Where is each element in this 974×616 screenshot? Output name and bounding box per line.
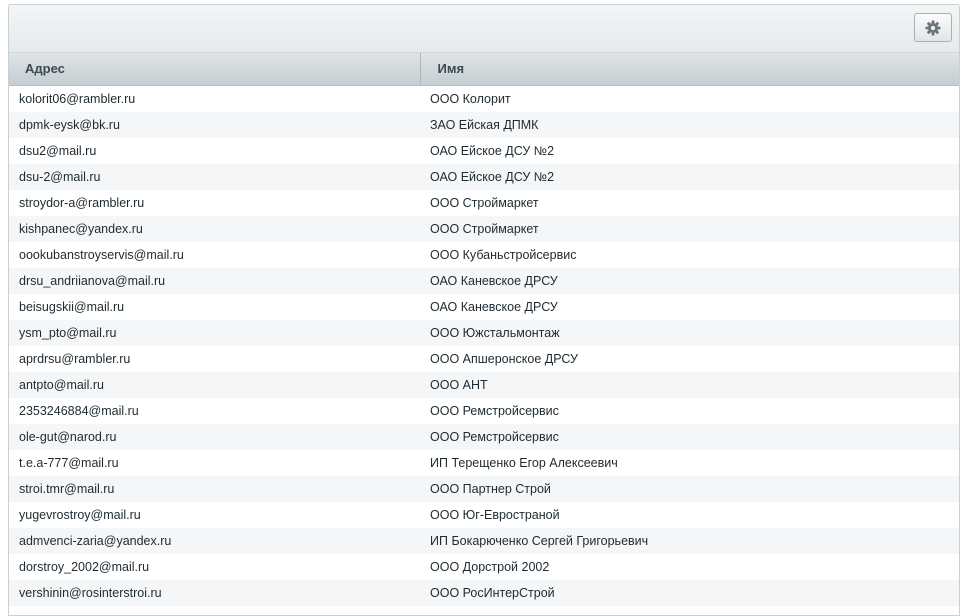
cell-name: ООО Кубаньстройсервис (430, 247, 577, 262)
table-row[interactable]: oookubanstroyservis@mail.ru ООО Кубаньстр… (9, 242, 959, 268)
table-row[interactable]: dsu2@mail.ru ОАО Ейское ДСУ №2 (9, 138, 959, 164)
gear-icon (925, 20, 941, 35)
cell-address: drsu_andriianova@mail.ru (9, 267, 420, 294)
table-row[interactable]: vershinin@rosinterstroi.ru ООО РосИнтерСт… (9, 579, 959, 606)
table-header-row: Адрес Имя (9, 53, 959, 86)
cell-address: dsu-2@mail.ru (9, 163, 420, 190)
cell-address: dpmk-eysk@bk.ru (9, 111, 420, 138)
cell-name: ИП Терещенко Егор Алексеевич (430, 455, 618, 470)
cell-name: ОАО Ейское ДСУ №2 (420, 163, 959, 190)
cell-address: stroi.tmr@mail.ru (9, 475, 420, 502)
table-row[interactable]: drsu_andriianova@mail.ru ОАО Каневское ДР… (9, 267, 959, 294)
column-header-name[interactable]: Имя (420, 53, 959, 86)
contacts-table: Адрес Имя kolorit06@rambler.ru ООО Колори… (9, 53, 959, 606)
cell-name: ООО АНТ (420, 371, 959, 398)
cell-address: dorstroy_2002@mail.ru (19, 559, 150, 574)
table-row[interactable]: dpmk-eysk@bk.ru ЗАО Ейская ДПМК (9, 111, 959, 138)
table-row[interactable]: yugevrostroy@mail.ru ООО Юг-Евространой (9, 502, 959, 528)
cell-name: ОАО Каневское ДРСУ (430, 299, 558, 314)
table-body: kolorit06@rambler.ru ООО Колорит dpmk-eysk… (9, 85, 959, 606)
cell-address: kishpanec@yandex.ru (9, 215, 420, 242)
cell-address: oookubanstroyservis@mail.ru (19, 247, 184, 262)
cell-address: kolorit06@rambler.ru (19, 91, 136, 106)
table-row[interactable]: aprdrsu@rambler.ru ООО Апшеронское ДРСУ (9, 346, 959, 372)
contacts-panel: Адрес Имя kolorit06@rambler.ru ООО Колори… (8, 4, 960, 616)
toolbar (9, 5, 959, 53)
table-row[interactable]: 2353246884@mail.ru ООО Ремстройсервис (9, 398, 959, 424)
cell-name: ООО Южстальмонтаж (420, 319, 959, 346)
cell-name: ООО Ремстройсервис (430, 403, 559, 418)
cell-address: antpto@mail.ru (9, 371, 420, 398)
cell-name: ЗАО Ейская ДПМК (420, 111, 959, 138)
table-row[interactable]: admvenci-zaria@yandex.ru ИП Бокарюченко С… (9, 527, 959, 554)
cell-name: ООО Ремстройсервис (420, 423, 959, 450)
cell-name: ООО Апшеронское ДРСУ (430, 351, 578, 366)
cell-address: ysm_pto@mail.ru (9, 319, 420, 346)
cell-name: ООО Колорит (430, 91, 511, 106)
cell-name: ОАО Каневское ДРСУ (420, 267, 959, 294)
cell-name: ООО Дорстрой 2002 (430, 559, 550, 574)
cell-address: 2353246884@mail.ru (19, 403, 139, 418)
table-row[interactable]: antpto@mail.ru ООО АНТ (9, 371, 959, 398)
cell-address: dsu2@mail.ru (19, 143, 97, 158)
table-row[interactable]: dorstroy_2002@mail.ru ООО Дорстрой 2002 (9, 554, 959, 580)
settings-button[interactable] (914, 13, 952, 42)
cell-address: yugevrostroy@mail.ru (19, 507, 141, 522)
cell-address: ole-gut@narod.ru (9, 423, 420, 450)
table-row[interactable]: stroydor-a@rambler.ru ООО Строймаркет (9, 190, 959, 216)
cell-address: t.e.a-777@mail.ru (19, 455, 119, 470)
cell-name: ООО РосИнтерСтрой (420, 579, 959, 606)
table-row[interactable]: ole-gut@narod.ru ООО Ремстройсервис (9, 423, 959, 450)
cell-name: ОАО Ейское ДСУ №2 (430, 143, 555, 158)
table-row[interactable]: kolorit06@rambler.ru ООО Колорит (9, 85, 959, 112)
cell-name: ИП Бокарюченко Сергей Григорьевич (420, 527, 959, 554)
cell-address: vershinin@rosinterstroi.ru (9, 579, 420, 606)
cell-address: aprdrsu@rambler.ru (19, 351, 131, 366)
table-row[interactable]: ysm_pto@mail.ru ООО Южстальмонтаж (9, 319, 959, 346)
cell-address: beisugskii@mail.ru (19, 299, 125, 314)
table-row[interactable]: stroi.tmr@mail.ru ООО Партнер Строй (9, 475, 959, 502)
column-header-address[interactable]: Адрес (9, 53, 421, 86)
cell-address: stroydor-a@rambler.ru (19, 195, 145, 210)
cell-name: ООО Партнер Строй (420, 475, 959, 502)
table-row[interactable]: kishpanec@yandex.ru ООО Строймаркет (9, 215, 959, 242)
table-row[interactable]: t.e.a-777@mail.ru ИП Терещенко Егор Алекс… (9, 450, 959, 476)
cell-name: ООО Юг-Евространой (430, 507, 560, 522)
cell-address: admvenci-zaria@yandex.ru (9, 527, 420, 554)
cell-name: ООО Строймаркет (430, 195, 539, 210)
table-row[interactable]: dsu-2@mail.ru ОАО Ейское ДСУ №2 (9, 163, 959, 190)
cell-name: ООО Строймаркет (420, 215, 959, 242)
table-row[interactable]: beisugskii@mail.ru ОАО Каневское ДРСУ (9, 294, 959, 320)
